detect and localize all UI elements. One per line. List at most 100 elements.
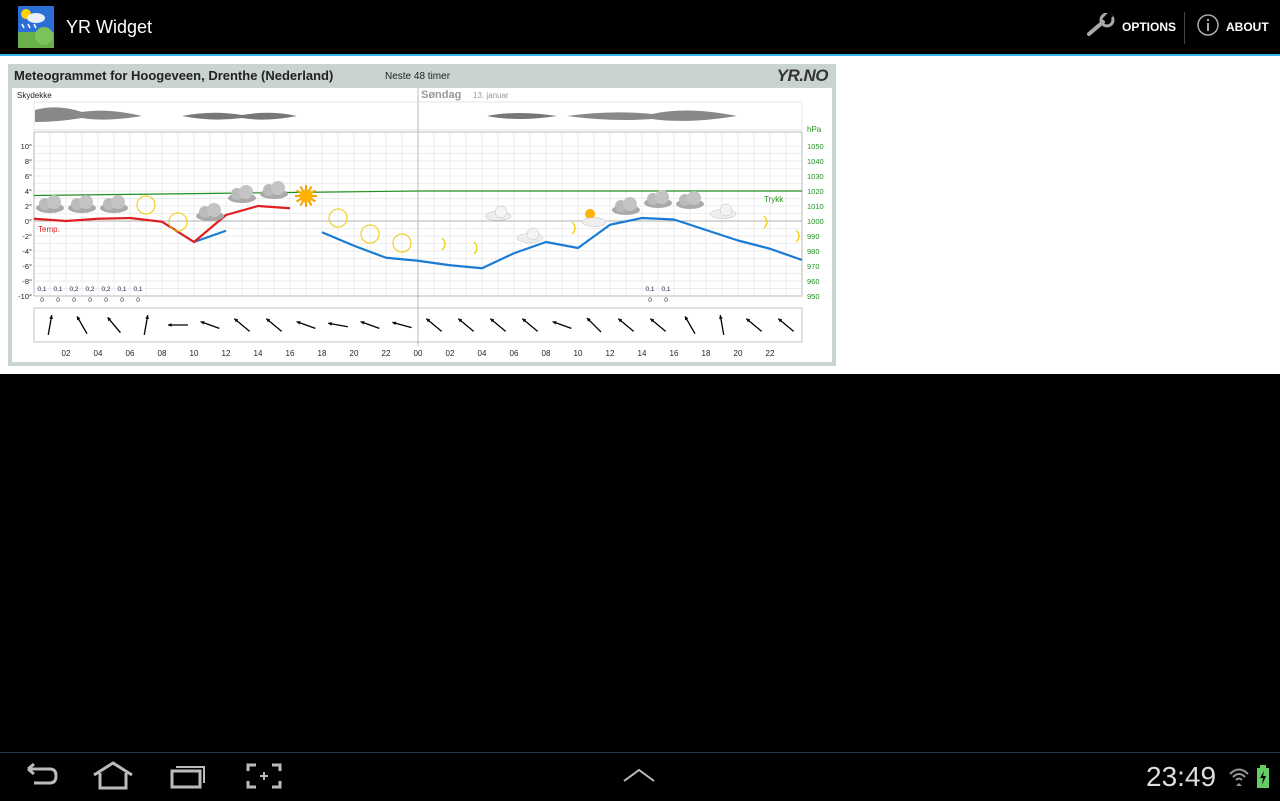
x-tick: 04 — [94, 349, 103, 358]
app-icon[interactable] — [18, 6, 54, 48]
yr-logo: YR.NO — [776, 66, 829, 85]
wind-arrow — [425, 318, 443, 332]
wind-arrow — [265, 318, 283, 332]
chevron-up-icon — [622, 768, 656, 787]
cloud-icon — [612, 197, 640, 215]
precip-min: 0 — [104, 297, 108, 304]
y-left-tick: -8° — [22, 277, 32, 286]
precip-min: 0 — [648, 297, 652, 304]
moon-icon — [571, 221, 576, 235]
x-tick: 02 — [446, 349, 455, 358]
cloud-icon — [228, 185, 256, 203]
wind-arrow — [489, 318, 507, 332]
chart-labels: 10° 8° 6° 4° 2° 0° -2° -4° -6° -8° -10° 1050 1040 103… — [18, 142, 824, 358]
cloud-icon — [68, 195, 96, 213]
home-icon — [90, 761, 136, 795]
wind-arrow — [745, 318, 763, 332]
cloud-icon — [196, 203, 224, 221]
x-tick: 18 — [702, 349, 711, 358]
precip-amount: 0,1 — [117, 286, 126, 293]
y-left-tick: 6° — [25, 172, 32, 181]
wind-arrow — [586, 317, 602, 333]
wind-arrow — [328, 321, 348, 328]
y-left-tick: -2° — [22, 232, 32, 241]
y-right-tick: 990 — [807, 232, 820, 241]
x-tick: 16 — [286, 349, 295, 358]
x-tick: 08 — [158, 349, 167, 358]
options-button[interactable]: OPTIONS — [1086, 0, 1176, 54]
y-left-tick: 2° — [25, 202, 32, 211]
precip-amount: 0,1 — [53, 286, 62, 293]
wrench-icon — [1086, 11, 1116, 42]
x-tick: 06 — [510, 349, 519, 358]
x-tick: 06 — [126, 349, 135, 358]
info-icon — [1196, 13, 1220, 42]
y-right-tick: 1040 — [807, 157, 824, 166]
sun-cloud-icon — [581, 209, 607, 227]
about-label: ABOUT — [1226, 20, 1269, 34]
y-left-tick: -4° — [22, 247, 32, 256]
status-clock: 23:49 — [1146, 761, 1217, 792]
wind-arrow — [76, 316, 88, 334]
wind-arrow — [392, 321, 412, 329]
back-icon — [20, 762, 60, 795]
action-divider — [1184, 12, 1185, 44]
meteogram-widget[interactable]: Meteogrammet for Hoogeveen, Drenthe (Ned… — [8, 64, 836, 366]
y-right-tick: 1050 — [807, 142, 824, 151]
x-tick: 08 — [542, 349, 551, 358]
precip-min: 0 — [120, 297, 124, 304]
precip-min: 0 — [136, 297, 140, 304]
precip-min: 0 — [72, 297, 76, 304]
moon-icon — [473, 241, 478, 255]
wind-arrow — [552, 320, 572, 330]
y-right-tick: 1000 — [807, 217, 824, 226]
x-tick: 12 — [606, 349, 615, 358]
cloud-icon — [36, 195, 64, 213]
y-left-tick: 10° — [21, 142, 32, 151]
x-tick: 04 — [478, 349, 487, 358]
options-label: OPTIONS — [1122, 20, 1177, 34]
x-tick: 12 — [222, 349, 231, 358]
x-tick: 14 — [638, 349, 647, 358]
x-tick: 16 — [670, 349, 679, 358]
cloud-icon — [100, 195, 128, 213]
battery-icon — [1256, 765, 1270, 794]
x-tick: 20 — [350, 349, 359, 358]
x-tick: 18 — [318, 349, 327, 358]
wind-arrow — [107, 316, 121, 334]
precip-min: 0 — [40, 297, 44, 304]
app-tray-button[interactable] — [622, 767, 656, 788]
screenshot-button[interactable] — [244, 761, 284, 796]
wind-arrow — [360, 320, 380, 330]
meteogram-title: Meteogrammet for Hoogeveen, Drenthe (Ned… — [14, 68, 334, 83]
system-nav-bar: 23:49 — [0, 752, 1280, 801]
meteogram-svg: Skydekke Søndag 13. januar 10° 8° 6° 4° 2° 0°… — [17, 88, 824, 358]
action-bar: YR Widget OPTIONS ABOUT — [0, 0, 1280, 56]
wind-arrow — [684, 316, 696, 334]
wind-arrow — [47, 315, 54, 335]
back-button[interactable] — [20, 761, 60, 796]
sun-icon — [295, 185, 317, 207]
wind-arrow — [296, 320, 316, 330]
wind-arrow — [233, 318, 251, 332]
precip-min: 0 — [56, 297, 60, 304]
precip-amount: 0,1 — [661, 286, 670, 293]
wind-arrow — [521, 318, 539, 332]
precip-amount: 0,2 — [69, 286, 78, 293]
y-right-tick: 960 — [807, 277, 820, 286]
home-button[interactable] — [90, 761, 136, 796]
wind-arrow — [718, 315, 725, 335]
meteogram-subtitle: Neste 48 timer — [385, 71, 451, 82]
y-right-tick: 980 — [807, 247, 820, 256]
wind-arrow — [168, 323, 188, 327]
wind-arrow — [649, 318, 667, 332]
precip-amount: 0,1 — [133, 286, 142, 293]
x-tick: 22 — [382, 349, 391, 358]
meteogram-chart: Skydekke Søndag 13. januar 10° 8° 6° 4° 2° 0°… — [12, 88, 832, 362]
wind-arrow — [777, 318, 795, 332]
about-button[interactable]: ABOUT — [1196, 0, 1269, 54]
recent-apps-button[interactable] — [168, 761, 208, 796]
wind-arrow — [143, 315, 150, 335]
temp-label: Temp. — [38, 225, 60, 234]
wind-arrows — [47, 315, 795, 335]
